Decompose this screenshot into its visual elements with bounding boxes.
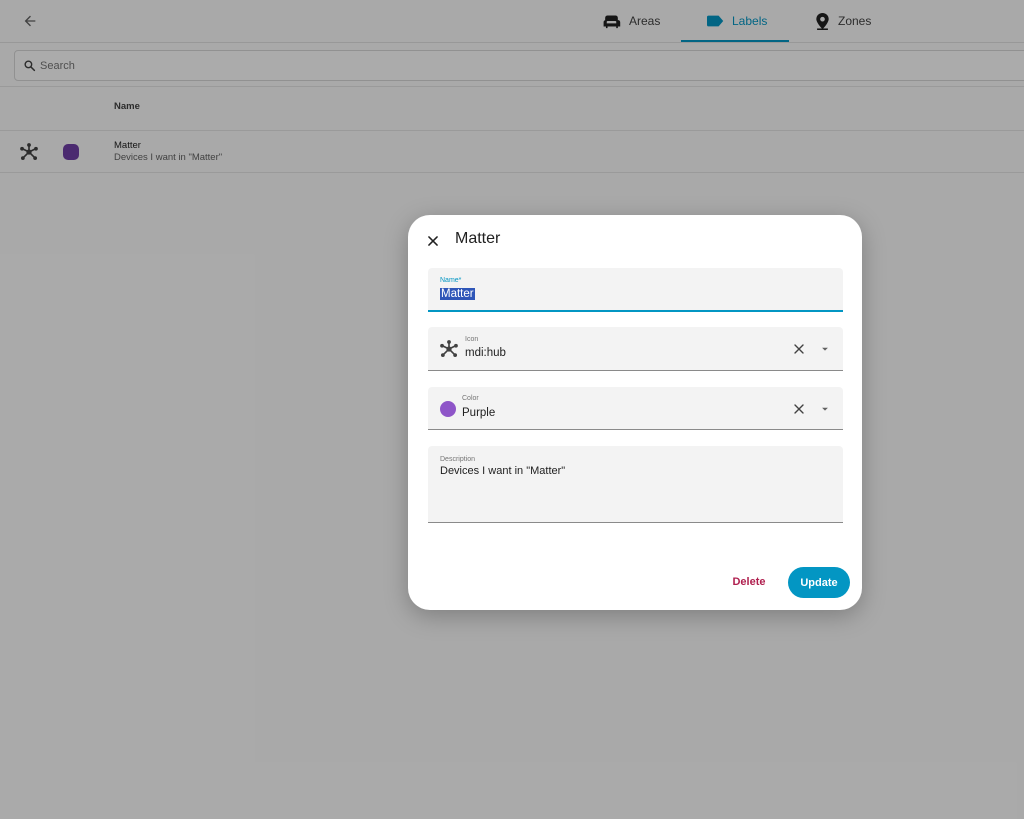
description-field[interactable]: Description Devices I want in "Matter" (428, 446, 843, 523)
icon-field-value: mdi:hub (465, 347, 506, 359)
icon-picker-field[interactable]: Icon mdi:hub (428, 327, 843, 371)
description-field-label: Description (440, 456, 476, 463)
name-field-label: Name* (440, 277, 462, 284)
description-field-value: Devices I want in "Matter" (440, 465, 566, 477)
color-field-value: Purple (462, 407, 496, 419)
name-field-value: Matter (440, 288, 475, 300)
hub-icon (440, 340, 458, 358)
edit-label-dialog: Matter Name* Matter Icon mdi:hub Color P… (408, 215, 862, 610)
close-icon (794, 404, 804, 414)
color-field-label: Color (462, 395, 479, 402)
close-icon (428, 236, 438, 246)
icon-dropdown-button[interactable] (819, 343, 831, 355)
close-button[interactable] (423, 231, 443, 251)
delete-button[interactable]: Delete (726, 568, 772, 596)
clear-icon-button[interactable] (791, 341, 807, 357)
color-swatch (440, 401, 456, 417)
close-icon (794, 344, 804, 354)
color-picker-field[interactable]: Color Purple (428, 387, 843, 430)
name-selected-text: Matter (440, 288, 475, 300)
icon-field-label: Icon (465, 336, 479, 343)
color-dropdown-button[interactable] (819, 403, 831, 415)
dialog-title: Matter (455, 230, 501, 247)
update-button[interactable]: Update (788, 567, 850, 598)
clear-color-button[interactable] (791, 401, 807, 417)
caret-down-icon (822, 347, 828, 351)
caret-down-icon (822, 407, 828, 411)
name-field[interactable]: Name* Matter (428, 268, 843, 312)
